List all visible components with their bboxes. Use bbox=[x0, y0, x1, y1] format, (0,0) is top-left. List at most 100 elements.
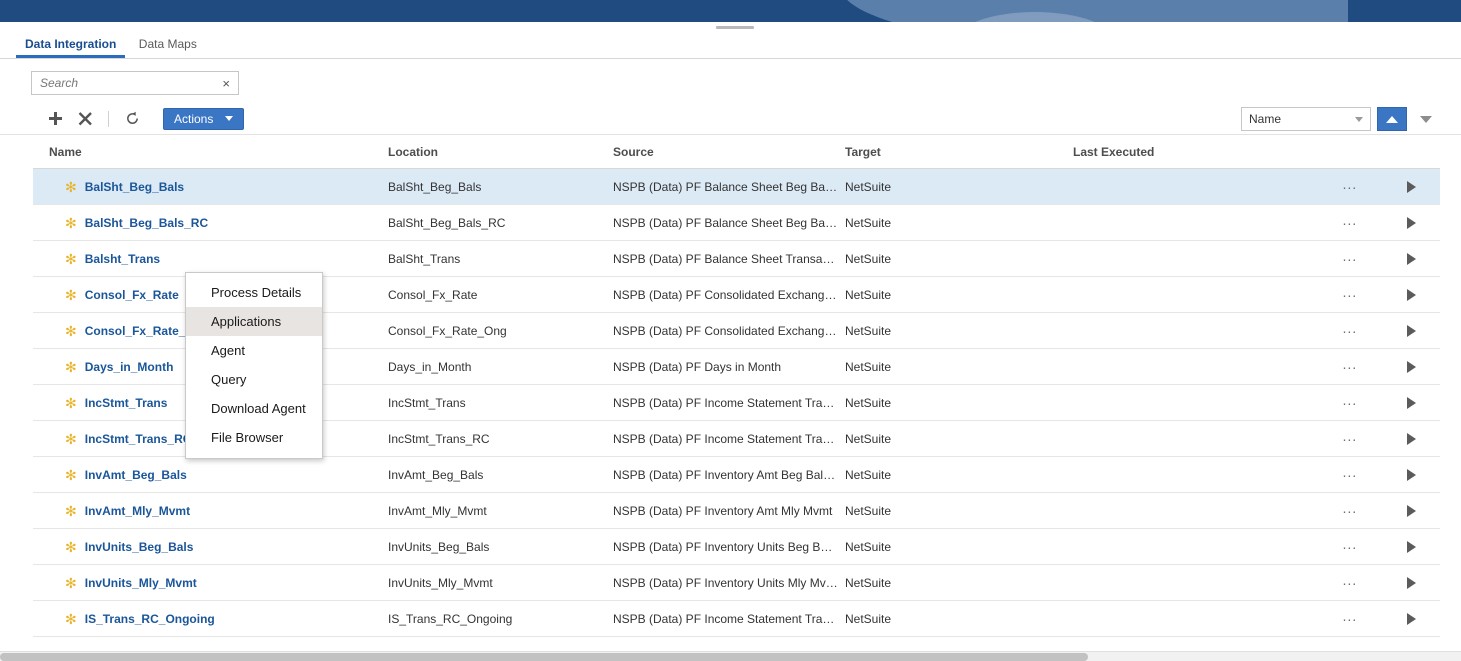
cell-run[interactable] bbox=[1381, 312, 1440, 349]
integration-name-link[interactable]: InvAmt_Beg_Bals bbox=[85, 468, 187, 482]
run-integration-icon[interactable] bbox=[1381, 360, 1440, 373]
run-integration-icon[interactable] bbox=[1381, 468, 1440, 481]
cell-name[interactable]: ✻ InvAmt_Beg_Bals bbox=[33, 456, 388, 493]
run-integration-icon[interactable] bbox=[1381, 540, 1440, 553]
table-row[interactable]: ✻ BalSht_Beg_Bals BalSht_Beg_Bals NSPB (Dat… bbox=[33, 168, 1440, 205]
column-header-name[interactable]: Name bbox=[33, 135, 388, 169]
cell-row-menu[interactable]: ∙∙∙ bbox=[1319, 312, 1381, 349]
actions-dropdown-menu[interactable]: Process Details Applications Agent Query Dow… bbox=[185, 272, 323, 459]
integration-name-link[interactable]: IncStmt_Trans bbox=[85, 396, 168, 410]
run-integration-icon[interactable] bbox=[1381, 576, 1440, 589]
table-row[interactable]: ✻ IS_Trans_RC_Ongoing IS_Trans_RC_Ongoing N… bbox=[33, 600, 1440, 637]
cell-name[interactable]: ✻ InvUnits_Mly_Mvmt bbox=[33, 564, 388, 601]
table-row[interactable]: ✻ InvAmt_Mly_Mvmt InvAmt_Mly_Mvmt NSPB (Dat… bbox=[33, 492, 1440, 529]
row-menu-icon[interactable]: ∙∙∙ bbox=[1319, 360, 1381, 374]
row-menu-icon[interactable]: ∙∙∙ bbox=[1319, 540, 1381, 554]
run-integration-icon[interactable] bbox=[1381, 288, 1440, 301]
delete-integration-button[interactable] bbox=[70, 106, 100, 132]
run-integration-icon[interactable] bbox=[1381, 396, 1440, 409]
sort-ascending-button[interactable] bbox=[1377, 107, 1407, 131]
row-menu-icon[interactable]: ∙∙∙ bbox=[1319, 468, 1381, 482]
integration-name-link[interactable]: Days_in_Month bbox=[85, 360, 174, 374]
cell-name[interactable]: ✻ IS_Trans_RC_Ongoing bbox=[33, 600, 388, 637]
cell-row-menu[interactable]: ∙∙∙ bbox=[1319, 240, 1381, 277]
cell-name[interactable]: ✻ BalSht_Beg_Bals bbox=[33, 168, 388, 205]
cell-row-menu[interactable]: ∙∙∙ bbox=[1319, 276, 1381, 313]
add-integration-button[interactable] bbox=[40, 106, 70, 132]
cell-name[interactable]: ✻ InvUnits_Beg_Bals bbox=[33, 528, 388, 565]
actions-button[interactable]: Actions bbox=[163, 107, 245, 130]
actions-menu-item[interactable]: Process Details bbox=[186, 278, 322, 307]
integration-name-link[interactable]: Balsht_Trans bbox=[85, 252, 160, 266]
sort-descending-button[interactable] bbox=[1413, 107, 1439, 131]
row-menu-icon[interactable]: ∙∙∙ bbox=[1319, 576, 1381, 590]
table-row[interactable]: ✻ InvUnits_Beg_Bals InvUnits_Beg_Bals NSPB … bbox=[33, 528, 1440, 565]
integration-name-link[interactable]: BalSht_Beg_Bals_RC bbox=[85, 216, 208, 230]
column-header-last-executed[interactable]: Last Executed bbox=[1073, 135, 1319, 169]
cell-row-menu[interactable]: ∙∙∙ bbox=[1319, 600, 1381, 637]
actions-menu-item[interactable]: File Browser bbox=[186, 423, 322, 452]
cell-run[interactable] bbox=[1381, 276, 1440, 313]
row-menu-icon[interactable]: ∙∙∙ bbox=[1319, 612, 1381, 626]
run-integration-icon[interactable] bbox=[1381, 324, 1440, 337]
column-header-location[interactable]: Location bbox=[388, 135, 613, 169]
run-integration-icon[interactable] bbox=[1381, 216, 1440, 229]
cell-row-menu[interactable]: ∙∙∙ bbox=[1319, 420, 1381, 457]
integration-name-link[interactable]: IS_Trans_RC_Ongoing bbox=[85, 612, 215, 626]
cell-run[interactable] bbox=[1381, 348, 1440, 385]
cell-name[interactable]: ✻ BalSht_Beg_Bals_RC bbox=[33, 204, 388, 241]
integration-name-link[interactable]: InvAmt_Mly_Mvmt bbox=[85, 504, 190, 518]
refresh-icon[interactable] bbox=[117, 106, 147, 132]
row-menu-icon[interactable]: ∙∙∙ bbox=[1319, 288, 1381, 302]
cell-run[interactable] bbox=[1381, 384, 1440, 421]
search-box[interactable]: × bbox=[31, 71, 239, 95]
actions-menu-item[interactable]: Download Agent bbox=[186, 394, 322, 423]
integration-name-link[interactable]: Consol_Fx_Rate bbox=[85, 288, 179, 302]
integration-name-link[interactable]: InvUnits_Beg_Bals bbox=[85, 540, 194, 554]
cell-row-menu[interactable]: ∙∙∙ bbox=[1319, 492, 1381, 529]
cell-run[interactable] bbox=[1381, 492, 1440, 529]
search-clear-icon[interactable]: × bbox=[220, 77, 232, 90]
column-header-target[interactable]: Target bbox=[845, 135, 1073, 169]
table-row[interactable]: ✻ BalSht_Beg_Bals_RC BalSht_Beg_Bals_RC NSP… bbox=[33, 204, 1440, 241]
table-row[interactable]: ✻ InvAmt_Beg_Bals InvAmt_Beg_Bals NSPB (Dat… bbox=[33, 456, 1440, 493]
sort-field-select[interactable]: Name bbox=[1241, 107, 1371, 131]
table-row[interactable]: ✻ InvUnits_Mly_Mvmt InvUnits_Mly_Mvmt NSPB … bbox=[33, 564, 1440, 601]
run-integration-icon[interactable] bbox=[1381, 432, 1440, 445]
cell-run[interactable] bbox=[1381, 204, 1440, 241]
integration-name-link[interactable]: InvUnits_Mly_Mvmt bbox=[85, 576, 197, 590]
cell-name[interactable]: ✻ InvAmt_Mly_Mvmt bbox=[33, 492, 388, 529]
row-menu-icon[interactable]: ∙∙∙ bbox=[1319, 396, 1381, 410]
row-menu-icon[interactable]: ∙∙∙ bbox=[1319, 432, 1381, 446]
run-integration-icon[interactable] bbox=[1381, 504, 1440, 517]
actions-menu-item[interactable]: Query bbox=[186, 365, 322, 394]
row-menu-icon[interactable]: ∙∙∙ bbox=[1319, 180, 1381, 194]
integration-name-link[interactable]: IncStmt_Trans_RC bbox=[85, 432, 192, 446]
run-integration-icon[interactable] bbox=[1381, 252, 1440, 265]
horizontal-scrollbar[interactable] bbox=[0, 651, 1461, 661]
cell-run[interactable] bbox=[1381, 528, 1440, 565]
row-menu-icon[interactable]: ∙∙∙ bbox=[1319, 216, 1381, 230]
cell-row-menu[interactable]: ∙∙∙ bbox=[1319, 204, 1381, 241]
actions-menu-item[interactable]: Applications bbox=[186, 307, 322, 336]
cell-run[interactable] bbox=[1381, 564, 1440, 601]
cell-run[interactable] bbox=[1381, 240, 1440, 277]
tab-data-maps[interactable]: Data Maps bbox=[130, 33, 206, 57]
integration-name-link[interactable]: BalSht_Beg_Bals bbox=[85, 180, 184, 194]
cell-row-menu[interactable]: ∙∙∙ bbox=[1319, 564, 1381, 601]
cell-row-menu[interactable]: ∙∙∙ bbox=[1319, 384, 1381, 421]
horizontal-scrollbar-thumb[interactable] bbox=[0, 653, 1088, 661]
row-menu-icon[interactable]: ∙∙∙ bbox=[1319, 252, 1381, 266]
row-menu-icon[interactable]: ∙∙∙ bbox=[1319, 324, 1381, 338]
drag-handle-icon[interactable] bbox=[716, 26, 754, 29]
cell-row-menu[interactable]: ∙∙∙ bbox=[1319, 168, 1381, 205]
cell-row-menu[interactable]: ∙∙∙ bbox=[1319, 456, 1381, 493]
run-integration-icon[interactable] bbox=[1381, 180, 1440, 193]
run-integration-icon[interactable] bbox=[1381, 612, 1440, 625]
cell-row-menu[interactable]: ∙∙∙ bbox=[1319, 528, 1381, 565]
actions-menu-item[interactable]: Agent bbox=[186, 336, 322, 365]
cell-run[interactable] bbox=[1381, 420, 1440, 457]
row-menu-icon[interactable]: ∙∙∙ bbox=[1319, 504, 1381, 518]
cell-run[interactable] bbox=[1381, 600, 1440, 637]
tab-data-integration[interactable]: Data Integration bbox=[16, 33, 126, 58]
